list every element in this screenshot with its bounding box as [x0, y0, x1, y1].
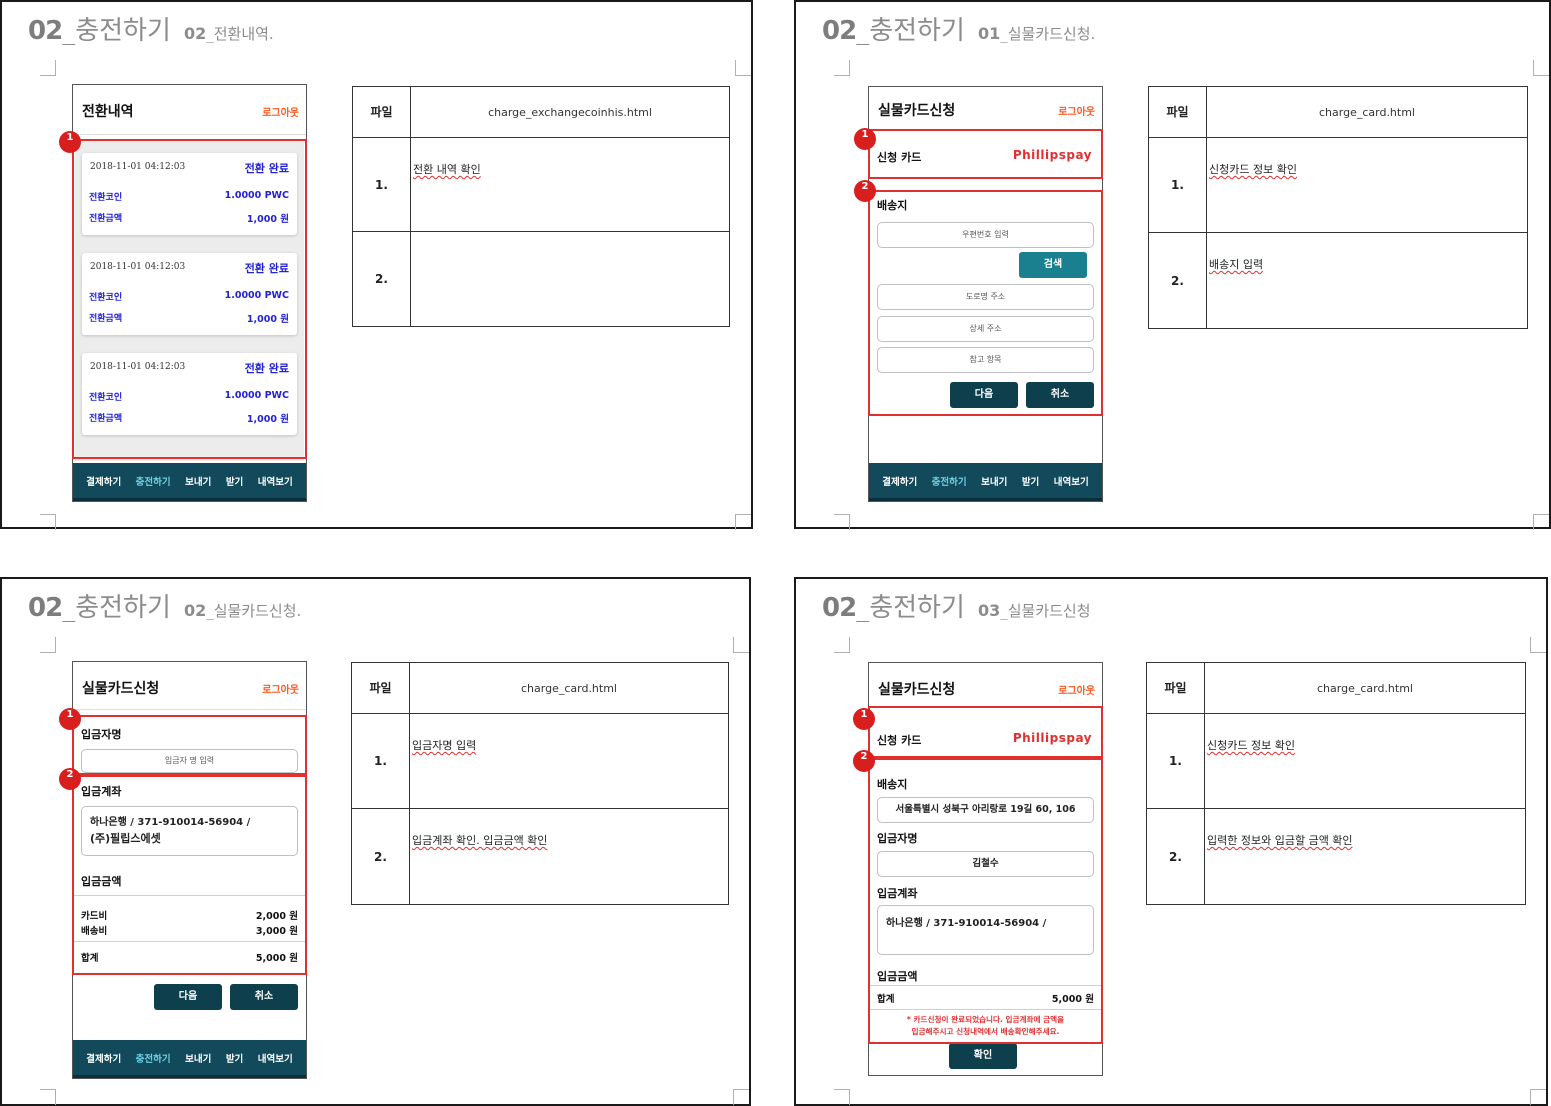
crop-mark — [733, 637, 749, 653]
row-description: 입금계좌 확인. 입금금액 확인 — [409, 808, 729, 905]
annotation-marker: 2 — [854, 180, 876, 202]
row-description: 배송지 입력 — [1206, 232, 1528, 329]
row-number: 1. — [352, 137, 411, 232]
logout-link[interactable]: 로그아웃 — [1058, 103, 1095, 118]
nav-receive[interactable]: 받기 — [226, 474, 243, 488]
phone-header: 실물카드신청 로그아웃 — [869, 663, 1102, 707]
crop-mark — [834, 1089, 850, 1105]
nav-history[interactable]: 내역보기 — [1054, 474, 1089, 488]
logout-link[interactable]: 로그아웃 — [1058, 682, 1095, 697]
sheet-card-request-step1: 02_충전하기 01_실물카드신청. 실물카드신청 로그아웃 신청 카드 Phi… — [794, 0, 1551, 530]
nav-receive[interactable]: 받기 — [1022, 474, 1039, 488]
crop-mark — [40, 60, 56, 76]
crop-mark — [40, 637, 56, 653]
page-title: 실물카드신청 — [878, 103, 956, 119]
nav-receive[interactable]: 받기 — [226, 1051, 243, 1065]
file-header: 파일 — [352, 86, 411, 138]
row-number: 2. — [352, 231, 411, 327]
bottom-nav: 결제하기 충전하기 보내기 받기 내역보기 — [73, 1040, 306, 1078]
phone-header: 전환내역 로그아웃 — [73, 85, 306, 135]
highlight-box — [72, 775, 307, 975]
highlight-box — [868, 190, 1103, 416]
sheet-exchange-history: 02_충전하기 02_전환내역. 전환내역 로그아웃 2018-11-01 04… — [0, 0, 753, 530]
nav-pay[interactable]: 결제하기 — [86, 1051, 121, 1065]
row-number: 2. — [1148, 232, 1207, 329]
file-header: 파일 — [351, 662, 410, 714]
file-header: 파일 — [1146, 662, 1205, 714]
next-button[interactable]: 다음 — [154, 984, 222, 1010]
file-name: charge_card.html — [409, 662, 729, 714]
nav-charge[interactable]: 충전하기 — [932, 474, 967, 488]
file-header: 파일 — [1148, 86, 1207, 138]
row-description: 신청카드 정보 확인 — [1204, 713, 1526, 809]
highlight-box — [868, 129, 1103, 179]
crop-mark — [735, 514, 751, 530]
row-number: 1. — [1146, 713, 1205, 809]
annotation-marker: 1 — [853, 708, 875, 730]
crop-mark — [735, 60, 751, 76]
sheet-card-request-step3: 02_충전하기 03_실물카드신청 실물카드신청 로그아웃 신청 카드 Phil… — [794, 577, 1548, 1106]
highlight-box — [72, 139, 307, 459]
highlight-box — [868, 758, 1103, 1044]
annotation-marker: 2 — [59, 768, 81, 790]
crop-mark — [1530, 1089, 1546, 1105]
page-title: 실물카드신청 — [82, 681, 160, 697]
nav-send[interactable]: 보내기 — [981, 474, 1007, 488]
logout-link[interactable]: 로그아웃 — [262, 681, 299, 696]
crop-mark — [733, 1089, 749, 1105]
sheet-card-request-step2: 02_충전하기 02_실물카드신청. 실물카드신청 로그아웃 입금자명 입금자 … — [0, 577, 751, 1106]
nav-send[interactable]: 보내기 — [185, 474, 211, 488]
bottom-nav: 결제하기 충전하기 보내기 받기 내역보기 — [73, 463, 306, 501]
file-spec-table: 파일 charge_exchangecoinhis.html 1. 전환 내역 … — [352, 86, 730, 327]
row-description: 입금자명 입력 — [409, 713, 729, 809]
row-number: 2. — [1146, 808, 1205, 905]
nav-charge[interactable]: 충전하기 — [136, 1051, 171, 1065]
nav-pay[interactable]: 결제하기 — [86, 474, 121, 488]
annotation-marker: 2 — [853, 750, 875, 772]
crop-mark — [1533, 514, 1549, 530]
page-title: 실물카드신청 — [878, 682, 956, 698]
row-description — [410, 231, 730, 327]
file-name: charge_card.html — [1206, 86, 1528, 138]
crop-mark — [834, 60, 850, 76]
sheet-title: 02_충전하기 03_실물카드신청 — [822, 593, 1091, 623]
file-spec-table: 파일 charge_card.html 1. 신청카드 정보 확인 2. 입력한… — [1146, 662, 1526, 905]
logout-link[interactable]: 로그아웃 — [262, 104, 299, 119]
annotation-marker: 1 — [59, 131, 81, 153]
page-title: 전환내역 — [82, 104, 134, 120]
file-name: charge_exchangecoinhis.html — [410, 86, 730, 138]
file-name: charge_card.html — [1204, 662, 1526, 714]
phone-header: 실물카드신청 로그아웃 — [869, 87, 1102, 131]
nav-send[interactable]: 보내기 — [185, 1051, 211, 1065]
row-description: 신청카드 정보 확인 — [1206, 137, 1528, 233]
row-description: 전환 내역 확인 — [410, 137, 730, 232]
sheet-title: 02_충전하기 01_실물카드신청. — [822, 16, 1096, 46]
row-number: 2. — [351, 808, 410, 905]
file-spec-table: 파일 charge_card.html 1. 입금자명 입력 2. 입금계좌 확… — [351, 662, 729, 905]
annotation-marker: 1 — [854, 128, 876, 150]
row-number: 1. — [351, 713, 410, 809]
crop-mark — [834, 637, 850, 653]
highlight-box — [868, 706, 1103, 758]
nav-pay[interactable]: 결제하기 — [882, 474, 917, 488]
file-spec-table: 파일 charge_card.html 1. 신청카드 정보 확인 2. 배송지… — [1148, 86, 1528, 329]
annotation-marker: 1 — [59, 708, 81, 730]
crop-mark — [40, 514, 56, 530]
crop-mark — [1530, 637, 1546, 653]
nav-history[interactable]: 내역보기 — [258, 1051, 293, 1065]
sheet-title: 02_충전하기 02_실물카드신청. — [28, 593, 302, 623]
sheet-title: 02_충전하기 02_전환내역. — [28, 16, 274, 46]
nav-history[interactable]: 내역보기 — [258, 474, 293, 488]
highlight-box — [72, 715, 307, 775]
crop-mark — [40, 1089, 56, 1105]
cancel-button[interactable]: 취소 — [230, 984, 298, 1010]
crop-mark — [1533, 60, 1549, 76]
crop-mark — [834, 514, 850, 530]
confirm-button[interactable]: 확인 — [949, 1043, 1017, 1069]
bottom-nav: 결제하기 충전하기 보내기 받기 내역보기 — [869, 463, 1102, 501]
row-number: 1. — [1148, 137, 1207, 233]
nav-charge[interactable]: 충전하기 — [136, 474, 171, 488]
phone-header: 실물카드신청 로그아웃 — [73, 662, 306, 710]
row-description: 입력한 정보와 입금할 금액 확인 — [1204, 808, 1526, 905]
